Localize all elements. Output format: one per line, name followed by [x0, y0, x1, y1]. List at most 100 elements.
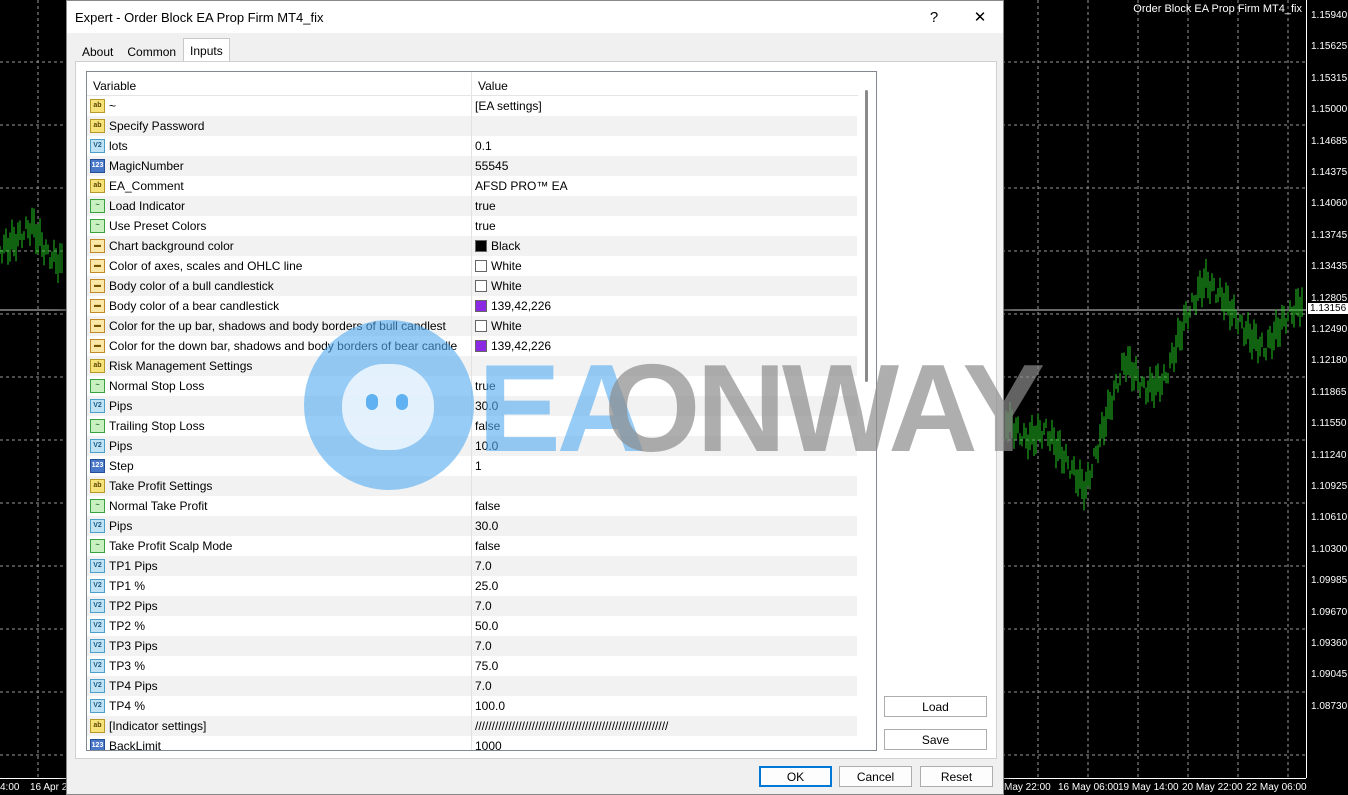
save-button[interactable]: Save	[884, 729, 987, 750]
table-row[interactable]: V2 TP4 Pips 7.0	[87, 676, 857, 696]
table-row[interactable]: ▬ Color for the up bar, shadows and body …	[87, 316, 857, 336]
table-row[interactable]: ▬ Chart background color Black	[87, 236, 857, 256]
value-text: 1000	[475, 739, 502, 751]
table-row[interactable]: ab ~ [EA settings]	[87, 96, 857, 116]
value-cell[interactable]: false	[472, 496, 857, 516]
table-row[interactable]: ~ Take Profit Scalp Mode false	[87, 536, 857, 556]
value-cell[interactable]: 10.0	[472, 436, 857, 456]
value-cell[interactable]: White	[472, 276, 857, 296]
value-cell[interactable]: 0.1	[472, 136, 857, 156]
price-tick-label: 1.08730	[1311, 700, 1348, 712]
price-tick-label: 1.10300	[1311, 543, 1348, 555]
param-type-v2-icon: V2	[90, 619, 105, 633]
value-cell[interactable]: 1000	[472, 736, 857, 751]
value-cell[interactable]	[472, 476, 857, 496]
table-row[interactable]: ▬ Color of axes, scales and OHLC line Whit…	[87, 256, 857, 276]
value-text: 7.0	[475, 679, 492, 693]
table-row[interactable]: ab Take Profit Settings	[87, 476, 857, 496]
reset-button[interactable]: Reset	[920, 766, 993, 787]
value-text: ////////////////////////////////////////…	[475, 719, 669, 733]
table-row[interactable]: 123 MagicNumber 55545	[87, 156, 857, 176]
table-row[interactable]: V2 lots 0.1	[87, 136, 857, 156]
value-cell[interactable]: 7.0	[472, 596, 857, 616]
table-row[interactable]: ab Risk Management Settings	[87, 356, 857, 376]
value-cell[interactable]: 50.0	[472, 616, 857, 636]
table-row[interactable]: 123 Step 1	[87, 456, 857, 476]
column-header-variable[interactable]: Variable	[87, 72, 472, 95]
table-row[interactable]: ab EA_Comment AFSD PRO™ EA	[87, 176, 857, 196]
load-button[interactable]: Load	[884, 696, 987, 717]
value-cell[interactable]: [EA settings]	[472, 96, 857, 116]
table-row[interactable]: ▬ Body color of a bear candlestick 139,42,…	[87, 296, 857, 316]
table-row[interactable]: V2 TP2 % 50.0	[87, 616, 857, 636]
value-cell[interactable]: false	[472, 416, 857, 436]
value-text: 139,42,226	[491, 339, 552, 353]
value-cell[interactable]: 25.0	[472, 576, 857, 596]
value-cell[interactable]: 139,42,226	[472, 296, 857, 316]
value-cell[interactable]: 139,42,226	[472, 336, 857, 356]
dialog-title: Expert - Order Block EA Prop Firm MT4_fi…	[75, 9, 324, 25]
variable-cell: V2 Pips	[87, 396, 472, 416]
value-cell[interactable]: true	[472, 216, 857, 236]
param-type-ab-icon: ab	[90, 359, 105, 373]
value-cell[interactable]: White	[472, 316, 857, 336]
table-row[interactable]: V2 TP2 Pips 7.0	[87, 596, 857, 616]
value-cell[interactable]: 1	[472, 456, 857, 476]
table-row[interactable]: ab [Indicator settings] //////////////////…	[87, 716, 857, 736]
param-type-col-icon: ▬	[90, 319, 105, 333]
param-type-col-icon: ▬	[90, 259, 105, 273]
value-cell[interactable]: 30.0	[472, 516, 857, 536]
param-type-bool-icon: ~	[90, 499, 105, 513]
table-row[interactable]: V2 TP3 % 75.0	[87, 656, 857, 676]
column-header-value[interactable]: Value	[472, 72, 857, 95]
scrollbar-thumb[interactable]	[865, 90, 868, 382]
value-cell[interactable]: Black	[472, 236, 857, 256]
time-tick-label: May 22:00	[1004, 782, 1051, 793]
table-row[interactable]: ▬ Body color of a bull candlestick White	[87, 276, 857, 296]
help-button[interactable]: ?	[911, 1, 957, 33]
table-row[interactable]: V2 Pips 30.0	[87, 516, 857, 536]
close-button[interactable]: ✕	[957, 1, 1003, 33]
param-type-bool-icon: ~	[90, 219, 105, 233]
variable-cell: ~ Normal Stop Loss	[87, 376, 472, 396]
grid-scrollbar[interactable]	[858, 72, 876, 750]
table-row[interactable]: V2 TP4 % 100.0	[87, 696, 857, 716]
tab-inputs[interactable]: Inputs	[183, 38, 230, 62]
ok-button[interactable]: OK	[759, 766, 832, 787]
table-row[interactable]: V2 Pips 10.0	[87, 436, 857, 456]
table-row[interactable]: ~ Use Preset Colors true	[87, 216, 857, 236]
table-row[interactable]: V2 TP1 Pips 7.0	[87, 556, 857, 576]
table-row[interactable]: ~ Normal Take Profit false	[87, 496, 857, 516]
value-cell[interactable]: AFSD PRO™ EA	[472, 176, 857, 196]
table-row[interactable]: ~ Load Indicator true	[87, 196, 857, 216]
value-cell[interactable]: 55545	[472, 156, 857, 176]
value-cell[interactable]: 7.0	[472, 636, 857, 656]
price-tick-label: 1.13745	[1311, 229, 1348, 241]
value-cell[interactable]: true	[472, 376, 857, 396]
table-row[interactable]: V2 TP3 Pips 7.0	[87, 636, 857, 656]
value-cell[interactable]: 75.0	[472, 656, 857, 676]
value-cell[interactable]: White	[472, 256, 857, 276]
table-row[interactable]: V2 TP1 % 25.0	[87, 576, 857, 596]
value-cell[interactable]: 7.0	[472, 556, 857, 576]
cancel-button[interactable]: Cancel	[839, 766, 912, 787]
value-text: 7.0	[475, 559, 492, 573]
value-cell[interactable]	[472, 116, 857, 136]
table-row[interactable]: 123 BackLimit 1000	[87, 736, 857, 751]
tab-common[interactable]: Common	[120, 40, 183, 62]
value-cell[interactable]: 100.0	[472, 696, 857, 716]
table-row[interactable]: ~ Trailing Stop Loss false	[87, 416, 857, 436]
table-row[interactable]: ~ Normal Stop Loss true	[87, 376, 857, 396]
tab-about[interactable]: About	[75, 40, 120, 62]
price-tick-label: 1.11240	[1311, 449, 1347, 461]
value-cell[interactable]: ////////////////////////////////////////…	[472, 716, 857, 736]
table-row[interactable]: ▬ Color for the down bar, shadows and bod…	[87, 336, 857, 356]
value-cell[interactable]: true	[472, 196, 857, 216]
value-cell[interactable]: false	[472, 536, 857, 556]
price-tick-label: 1.15000	[1311, 104, 1348, 116]
table-row[interactable]: V2 Pips 30.0	[87, 396, 857, 416]
value-cell[interactable]	[472, 356, 857, 376]
table-row[interactable]: ab Specify Password	[87, 116, 857, 136]
value-cell[interactable]: 7.0	[472, 676, 857, 696]
value-cell[interactable]: 30.0	[472, 396, 857, 416]
